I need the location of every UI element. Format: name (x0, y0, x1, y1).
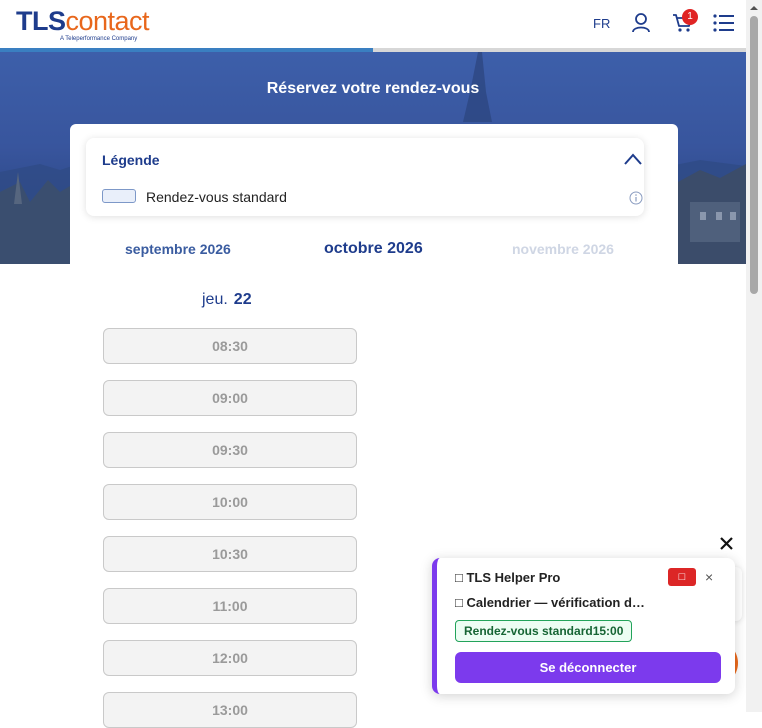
legend-item-label: Rendez-vous standard (146, 189, 287, 205)
helper-status: □ Calendrier — vérification des créneaux (455, 595, 645, 610)
chevron-up-icon[interactable] (623, 152, 643, 166)
time-slot[interactable]: 10:30 (103, 536, 357, 572)
page-title: Réservez votre rendez-vous (266, 80, 480, 97)
helper-slot-tag: Rendez-vous standard15:00 (455, 620, 633, 642)
helper-stop-button[interactable]: □ (668, 568, 696, 586)
language-selector[interactable]: FR (593, 16, 610, 31)
time-slot[interactable]: 13:00 (103, 692, 357, 728)
logo-tagline: A Teleperformance Company (60, 36, 138, 42)
tlscontact-logo[interactable]: TLScontact A Teleperformance Company (16, 6, 150, 43)
helper-close-button[interactable]: × (705, 569, 713, 585)
day-number: 22 (233, 291, 252, 308)
logo-contact: contact (65, 6, 150, 36)
tls-helper-panel: □ TLS Helper Pro □ Calendrier — vérifica… (432, 558, 735, 694)
scroll-up-arrow-icon[interactable] (746, 2, 762, 14)
previous-month[interactable]: septembre 2026 (125, 241, 231, 257)
day-weekday: jeu. (202, 291, 228, 308)
close-overlay-icon[interactable] (717, 535, 737, 553)
legend-panel: Légende Rendez-vous standard (86, 138, 644, 216)
logout-button[interactable]: Se déconnecter (455, 652, 721, 683)
day-header: jeu. 22 (202, 291, 252, 309)
legend-title: Légende (102, 152, 160, 168)
current-month: octobre 2026 (324, 240, 423, 257)
time-slot[interactable]: 11:00 (103, 588, 357, 624)
time-slot[interactable]: 10:00 (103, 484, 357, 520)
menu-icon[interactable] (713, 14, 735, 32)
time-slot[interactable]: 09:30 (103, 432, 357, 468)
time-slot[interactable]: 09:00 (103, 380, 357, 416)
page-scrollbar[interactable] (746, 0, 762, 712)
scrollbar-thumb[interactable] (750, 16, 758, 294)
helper-title: □ TLS Helper Pro (455, 570, 561, 585)
time-slot[interactable]: 12:00 (103, 640, 357, 676)
time-slot[interactable]: 08:30 (103, 328, 357, 364)
next-month[interactable]: novembre 2026 (512, 241, 614, 257)
info-icon[interactable] (629, 191, 643, 205)
site-header: TLScontact A Teleperformance Company FR … (0, 0, 746, 48)
cart-count-badge: 1 (682, 9, 698, 25)
standard-appointment-swatch (102, 189, 136, 203)
logo-tls: TLS (16, 6, 66, 36)
user-icon[interactable] (631, 12, 651, 34)
